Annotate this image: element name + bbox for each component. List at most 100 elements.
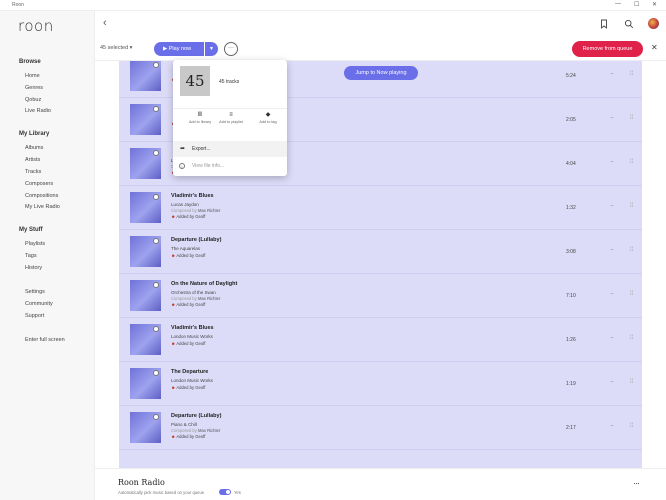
queue-row[interactable]: Vladimir's Blues London Music Works ☻ Ad… [119, 318, 642, 362]
track-title[interactable]: Vladimir's Blues [171, 325, 214, 331]
sidebar-item-my-live-radio[interactable]: My Live Radio [25, 204, 60, 210]
sidebar-item-albums[interactable]: Albums [25, 145, 43, 151]
added-by-label: Added by Geoff [176, 253, 206, 258]
row-more-icon[interactable]: ··· [610, 203, 614, 209]
add-to-tag-action[interactable]: ◆ Add to tag [253, 112, 283, 125]
composer-name[interactable]: Max Richter [198, 296, 220, 301]
drag-handle-icon[interactable]: ⁞⁞ [630, 159, 633, 165]
sidebar-item-support[interactable]: Support [25, 313, 44, 319]
selected-check-icon[interactable] [153, 282, 159, 288]
sidebar-item-home[interactable]: Home [25, 73, 40, 79]
composer-name[interactable]: Max Richter [198, 208, 220, 213]
selected-check-icon[interactable] [153, 106, 159, 112]
drag-handle-icon[interactable]: ⁞⁞ [630, 71, 633, 77]
queue-row[interactable]: Vladimir's Blues Lucas Jaydon Composed b… [119, 186, 642, 230]
info-icon: i [179, 163, 185, 169]
roon-radio-toggle-label: Yes [234, 490, 241, 495]
back-arrow-icon[interactable]: ‹ [103, 17, 107, 29]
selected-check-icon[interactable] [153, 370, 159, 376]
search-icon[interactable] [624, 19, 634, 29]
row-more-icon[interactable]: ··· [610, 247, 614, 253]
sidebar-item-qobuz[interactable]: Qobuz [25, 97, 41, 103]
queue-row[interactable]: On the Nature of Daylight Orchestra of t… [119, 274, 642, 318]
sidebar-item-playlists[interactable]: Playlists [25, 241, 45, 247]
footer-more-icon[interactable]: ··· [633, 478, 640, 488]
sidebar-item-tracks[interactable]: Tracks [25, 169, 41, 175]
remove-from-queue-button[interactable]: Remove from queue [572, 41, 643, 57]
export-menu-item[interactable]: ➦ Export... [173, 141, 287, 157]
sidebar-item-compositions[interactable]: Compositions [25, 193, 58, 199]
added-by-label: Added by Geoff [176, 385, 206, 390]
selected-check-icon[interactable] [153, 62, 159, 68]
row-more-icon[interactable]: ··· [610, 291, 614, 297]
roon-radio-toggle[interactable] [219, 489, 231, 495]
jump-to-now-playing-button[interactable]: Jump to Now playing [344, 66, 418, 80]
add-to-library-action[interactable]: Ⅲ Add to library [185, 112, 215, 125]
row-more-icon[interactable]: ··· [610, 159, 614, 165]
add-to-library-label: Add to library [188, 120, 212, 124]
sidebar-item-full-screen[interactable]: Enter full screen [25, 337, 65, 343]
selected-count-dropdown[interactable]: 45 selected ▾ [100, 45, 132, 51]
sidebar-item-history[interactable]: History [25, 265, 42, 271]
close-window-button[interactable]: ✕ [652, 1, 657, 8]
track-title[interactable]: The Departure [171, 369, 208, 375]
bookmark-icon[interactable] [599, 19, 609, 29]
close-icon[interactable]: ✕ [651, 43, 658, 52]
track-title[interactable]: Departure (Lullaby) [171, 237, 221, 243]
composer-name[interactable]: Max Richter [198, 428, 220, 433]
track-duration: 7:10 [566, 293, 576, 299]
minimize-button[interactable]: — [615, 1, 621, 7]
row-more-icon[interactable]: ··· [610, 423, 614, 429]
drag-handle-icon[interactable]: ⁞⁞ [630, 203, 633, 209]
drag-handle-icon[interactable]: ⁞⁞ [630, 335, 633, 341]
row-more-icon[interactable]: ··· [610, 115, 614, 121]
selected-check-icon[interactable] [153, 194, 159, 200]
sidebar-item-settings[interactable]: Settings [25, 289, 45, 295]
drag-handle-icon[interactable]: ⁞⁞ [630, 423, 633, 429]
album-cover [130, 104, 161, 135]
add-to-playlist-action[interactable]: ≡ Add to playlist [216, 112, 246, 125]
drag-handle-icon[interactable]: ⁞⁞ [630, 379, 633, 385]
selected-check-icon[interactable] [153, 150, 159, 156]
maximize-button[interactable]: ☐ [634, 1, 639, 8]
track-artist[interactable]: The Aquarelas [171, 246, 200, 251]
track-artist[interactable]: London Music Works [171, 378, 213, 383]
drag-handle-icon[interactable]: ⁞⁞ [630, 247, 633, 253]
selected-check-icon[interactable] [153, 326, 159, 332]
play-options-dropdown[interactable]: ▼ [205, 42, 218, 56]
track-composer: Composed by Max Richter [171, 428, 220, 433]
view-file-info-menu-item[interactable]: i View file info... [173, 159, 287, 173]
sidebar-item-tags[interactable]: Tags [25, 253, 37, 259]
share-arrow-icon: ➦ [180, 146, 186, 152]
sidebar-item-composers[interactable]: Composers [25, 181, 53, 187]
drag-handle-icon[interactable]: ⁞⁞ [630, 291, 633, 297]
selected-count-label: 45 selected [100, 45, 129, 51]
queue-row[interactable]: Departure (Lullaby) Piano & Chill Compos… [119, 406, 642, 450]
more-options-button[interactable]: ··· [224, 42, 238, 56]
track-title[interactable]: Departure (Lullaby) [171, 413, 221, 419]
composer-prefix: Composed by [171, 428, 197, 433]
track-artist[interactable]: Lucas Jaydon [171, 202, 199, 207]
avatar[interactable] [648, 18, 659, 29]
track-artist[interactable]: Orchestra of the Swan [171, 290, 216, 295]
album-cover [130, 61, 161, 91]
track-artist[interactable]: Piano & Chill [171, 422, 197, 427]
selected-check-icon[interactable] [153, 238, 159, 244]
sidebar-item-artists[interactable]: Artists [25, 157, 40, 163]
add-to-tag-label: Add to tag [259, 120, 277, 124]
row-more-icon[interactable]: ··· [610, 379, 614, 385]
row-more-icon[interactable]: ··· [610, 335, 614, 341]
selected-check-icon[interactable] [153, 414, 159, 420]
play-now-button[interactable]: ▶ Play now [154, 42, 204, 56]
sidebar-item-community[interactable]: Community [25, 301, 53, 307]
sidebar-item-genres[interactable]: Genres [25, 85, 43, 91]
row-more-icon[interactable]: ··· [610, 71, 614, 77]
sidebar-item-live-radio[interactable]: Live Radio [25, 108, 51, 114]
track-artist[interactable]: London Music Works [171, 334, 213, 339]
queue-row[interactable]: Departure (Lullaby) The Aquarelas ☻ Adde… [119, 230, 642, 274]
track-title[interactable]: On the Nature of Daylight [171, 281, 237, 287]
track-title[interactable]: Vladimir's Blues [171, 193, 214, 199]
drag-handle-icon[interactable]: ⁞⁞ [630, 115, 633, 121]
user-avatar-icon: ☻ [171, 434, 176, 439]
queue-row[interactable]: The Departure London Music Works ☻ Added… [119, 362, 642, 406]
